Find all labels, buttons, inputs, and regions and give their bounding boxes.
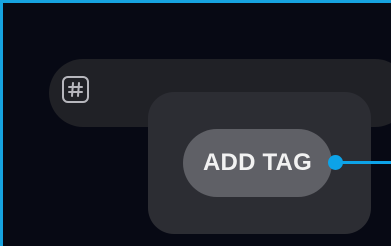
connector-dot — [328, 155, 343, 170]
connector-line — [338, 161, 391, 164]
app-frame: ADD TAG — [3, 3, 391, 246]
add-tag-popup: ADD TAG — [148, 92, 391, 234]
hash-icon — [62, 76, 89, 103]
add-tag-button[interactable]: ADD TAG — [183, 129, 332, 197]
